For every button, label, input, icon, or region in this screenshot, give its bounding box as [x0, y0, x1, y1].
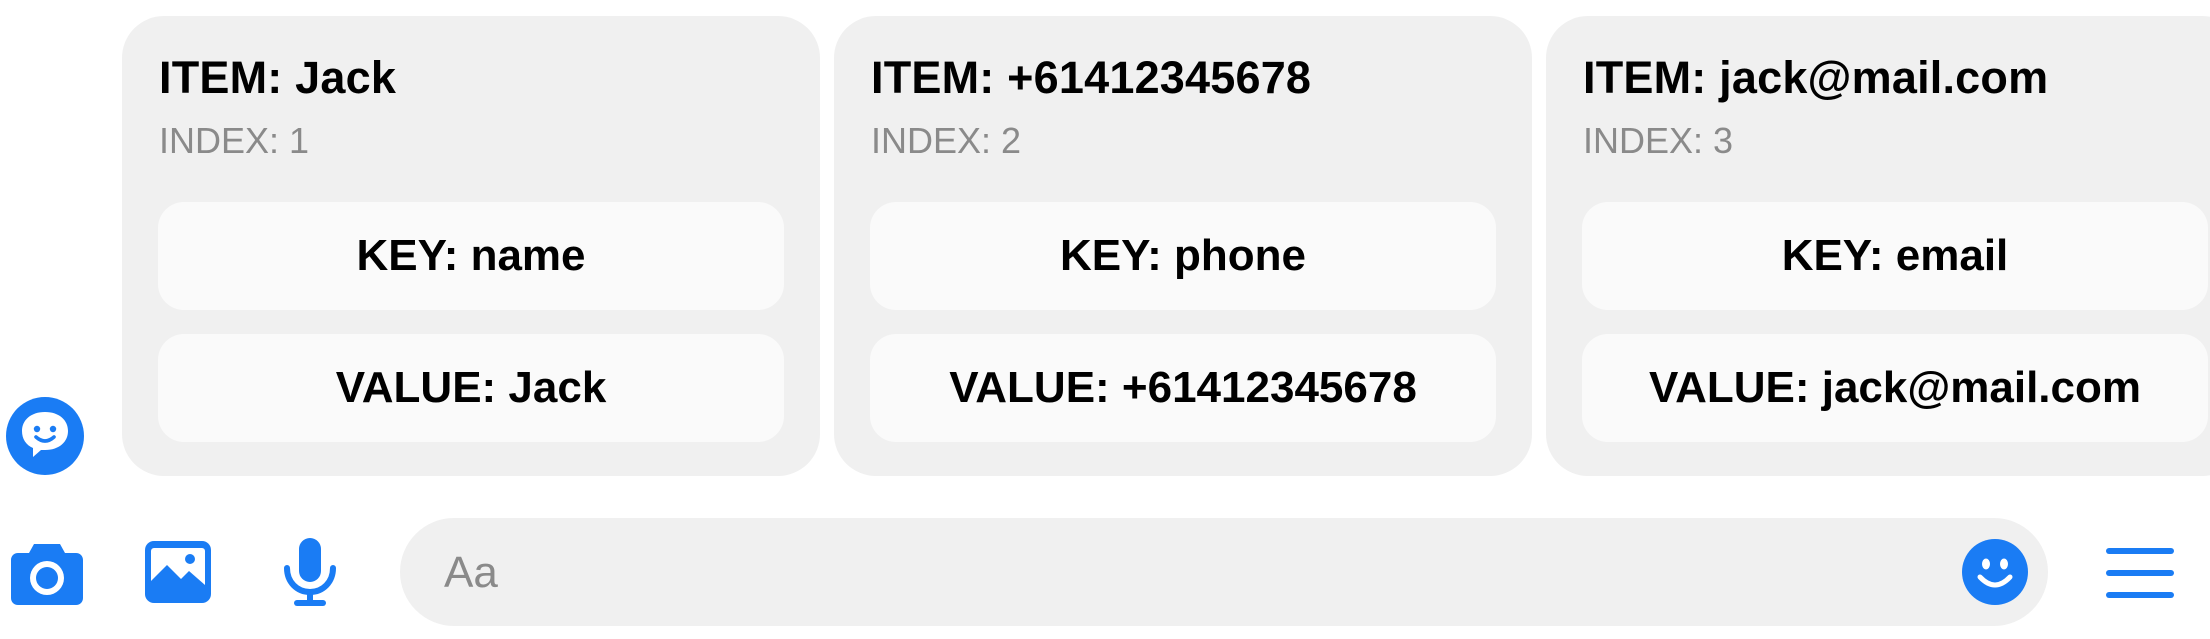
emoji-icon — [1962, 539, 2028, 605]
card-value-button[interactable]: VALUE: jack@mail.com — [1582, 334, 2208, 442]
carousel-card: ITEM: jack@mail.com INDEX: 3 KEY: email … — [1546, 16, 2210, 476]
message-input[interactable]: Aa — [400, 518, 2048, 626]
microphone-icon — [284, 538, 336, 606]
chat-bot-avatar — [6, 397, 84, 475]
card-key-button[interactable]: KEY: phone — [870, 202, 1496, 310]
photo-button[interactable] — [145, 541, 211, 608]
card-title: ITEM: Jack — [159, 52, 397, 103]
chat-bot-icon — [6, 397, 84, 475]
photo-icon — [145, 541, 211, 603]
card-title: ITEM: +61412345678 — [871, 52, 1312, 103]
card-key-button[interactable]: KEY: name — [158, 202, 784, 310]
card-subtitle: INDEX: 2 — [871, 120, 1022, 161]
menu-icon — [2106, 548, 2174, 598]
quick-reply-carousel[interactable]: ITEM: Jack INDEX: 1 KEY: name VALUE: Jac… — [122, 16, 2210, 478]
camera-icon — [11, 544, 83, 605]
card-title: ITEM: jack@mail.com — [1583, 52, 2049, 103]
menu-button[interactable] — [2106, 548, 2174, 603]
card-value-button[interactable]: VALUE: Jack — [158, 334, 784, 442]
microphone-button[interactable] — [282, 538, 338, 613]
emoji-button[interactable] — [1962, 539, 2028, 610]
message-input-placeholder: Aa — [444, 548, 498, 597]
card-value-button[interactable]: VALUE: +61412345678 — [870, 334, 1496, 442]
carousel-card: ITEM: +61412345678 INDEX: 2 KEY: phone V… — [834, 16, 1532, 476]
carousel-card: ITEM: Jack INDEX: 1 KEY: name VALUE: Jac… — [122, 16, 820, 476]
card-subtitle: INDEX: 1 — [159, 120, 310, 161]
camera-button[interactable] — [10, 540, 84, 611]
card-key-button[interactable]: KEY: email — [1582, 202, 2208, 310]
card-subtitle: INDEX: 3 — [1583, 120, 1734, 161]
